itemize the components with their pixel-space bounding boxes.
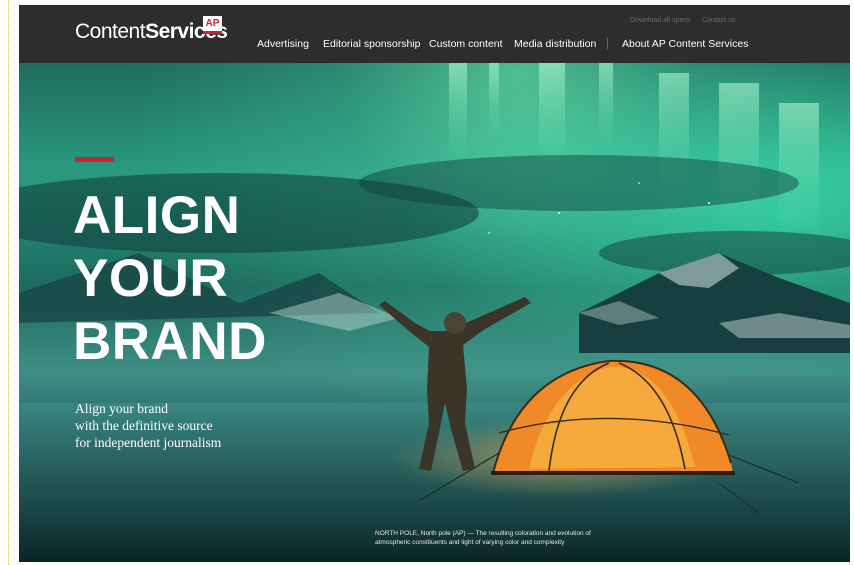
tent-illustration <box>418 359 800 513</box>
nav-advertising[interactable]: Advertising <box>257 38 309 50</box>
utility-link-download-specs[interactable]: Download all specs <box>630 17 690 24</box>
nav-about[interactable]: About AP Content Services <box>622 38 748 50</box>
nav-divider <box>607 38 608 49</box>
hero-headline: ALIGN YOUR BRAND <box>73 184 267 373</box>
site-header: ContentServices AP Download all specs Co… <box>19 5 850 63</box>
subtext-line-2: with the definitive source <box>75 418 213 433</box>
headline-line-2: YOUR <box>73 249 229 308</box>
logo-word-content: Content <box>75 20 146 43</box>
caption-line-1: NORTH POLE, North pole (AP) — The result… <box>375 530 591 537</box>
hero-subtext: Align your brand with the definitive sou… <box>75 400 221 451</box>
headline-line-3: BRAND <box>73 312 267 371</box>
subtext-line-1: Align your brand <box>75 401 168 416</box>
nav-custom-content[interactable]: Custom content <box>429 38 503 50</box>
page-margin-guide <box>8 0 9 565</box>
subtext-line-3: for independent journalism <box>75 435 222 450</box>
site-frame: ContentServices AP Download all specs Co… <box>19 5 850 562</box>
accent-bar <box>75 157 114 162</box>
photo-caption: NORTH POLE, North pole (AP) — The result… <box>375 529 605 547</box>
caption-line-2: atmospheric constituents and light of va… <box>375 539 565 546</box>
utility-link-contact-us[interactable]: Contact us <box>702 17 735 24</box>
ap-badge[interactable]: AP <box>203 16 222 34</box>
nav-editorial-sponsorship[interactable]: Editorial sponsorship <box>323 38 420 50</box>
hero-section: ALIGN YOUR BRAND Align your brand with t… <box>19 63 850 562</box>
nav-media-distribution[interactable]: Media distribution <box>514 38 596 50</box>
headline-line-1: ALIGN <box>73 186 241 245</box>
